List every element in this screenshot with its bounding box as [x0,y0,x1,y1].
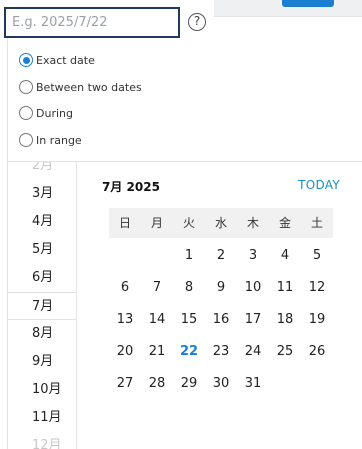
weekday-label: 日 [118,216,131,230]
calendar-day[interactable]: 9 [205,276,237,300]
calendar-day[interactable]: 3 [237,244,269,268]
month-item[interactable]: 9月 [8,348,76,376]
calendar-day[interactable]: 25 [269,340,301,364]
weekday-label: 金 [278,216,291,230]
month-item[interactable]: 7月 [8,292,76,320]
calendar-day[interactable]: 29 [173,372,205,396]
calendar-day[interactable]: 21 [141,340,173,364]
calendar-day[interactable]: 27 [109,372,141,396]
month-item[interactable]: 5月 [8,236,76,264]
calendar-day[interactable]: 1 [173,244,205,268]
mode-option-during[interactable]: During [19,103,73,123]
weekday-header: 日月火水木金土 [109,208,333,238]
date-mode-options: Exact date Between two dates During In rang… [7,38,362,162]
mode-option-in-range[interactable]: In range [19,130,82,150]
month-item[interactable]: 3月 [8,180,76,208]
radio-button[interactable] [19,80,33,94]
weekday-label: 木 [246,216,259,230]
radio-button[interactable] [19,106,33,120]
calendar-day[interactable]: 12 [301,276,333,300]
calendar-day[interactable]: 20 [109,340,141,364]
month-item[interactable]: 8月 [8,320,76,348]
calendar-panel: 7月 2025 TODAY 日月火水木金土 1 2 3 4 5 6 7 8 9 10 11 12 13 1… [77,162,362,449]
month-item[interactable]: 10月 [8,376,76,404]
help-button[interactable]: ? [188,13,206,31]
calendar-day[interactable]: 7 [141,276,173,300]
today-button[interactable]: TODAY [298,178,340,192]
calendar-day[interactable]: 6 [109,276,141,300]
mode-option-label: In range [36,133,82,147]
calendar-day[interactable]: 14 [141,308,173,332]
month-item[interactable]: 12月 [8,432,76,449]
month-item[interactable]: 11月 [8,404,76,432]
calendar-day[interactable]: 17 [237,308,269,332]
calendar-day[interactable]: 18 [269,308,301,332]
calendar-title: 7月 2025 [102,180,160,194]
mode-option-label: Between two dates [36,80,142,94]
date-picker-popup: ? Exact date Between two dates During In ra… [0,0,362,449]
calendar-day[interactable]: 30 [205,372,237,396]
mode-option-exact-date[interactable]: Exact date [19,50,95,70]
mode-option-label: Exact date [36,53,95,67]
calendar-day[interactable]: 26 [301,340,333,364]
radio-button[interactable] [19,133,33,147]
calendar-day[interactable]: 13 [109,308,141,332]
weekday-label: 水 [214,216,227,230]
date-input-row: ? [0,0,214,38]
month-item[interactable]: 2月 [8,162,76,180]
calendar-day[interactable]: 2 [205,244,237,268]
weekday-label: 月 [150,216,163,230]
radio-button[interactable] [19,53,33,67]
calendar-day[interactable]: 5 [301,244,333,268]
weekday-label: 土 [310,216,323,230]
calendar-day[interactable]: 8 [173,276,205,300]
calendar-day[interactable]: 4 [269,244,301,268]
mode-option-between-two-dates[interactable]: Between two dates [19,77,142,97]
date-input[interactable] [4,7,180,38]
month-item[interactable]: 4月 [8,208,76,236]
mode-option-label: During [36,106,73,120]
month-list[interactable]: 2月 3月 4月 5月 6月 7月 8月 9月 10月 11月 12月 [7,162,77,449]
calendar-day[interactable]: 24 [237,340,269,364]
calendar-day[interactable]: 19 [301,308,333,332]
calendar-day[interactable]: 23 [205,340,237,364]
calendar-day[interactable]: 10 [237,276,269,300]
calendar-day[interactable]: 31 [237,372,269,396]
calendar-day[interactable]: 22 [173,340,205,364]
calendar-day[interactable]: 16 [205,308,237,332]
calendar-day[interactable]: 11 [269,276,301,300]
month-item[interactable]: 6月 [8,264,76,292]
calendar-day[interactable]: 15 [173,308,205,332]
calendar-day[interactable]: 28 [141,372,173,396]
weekday-label: 火 [182,216,195,230]
